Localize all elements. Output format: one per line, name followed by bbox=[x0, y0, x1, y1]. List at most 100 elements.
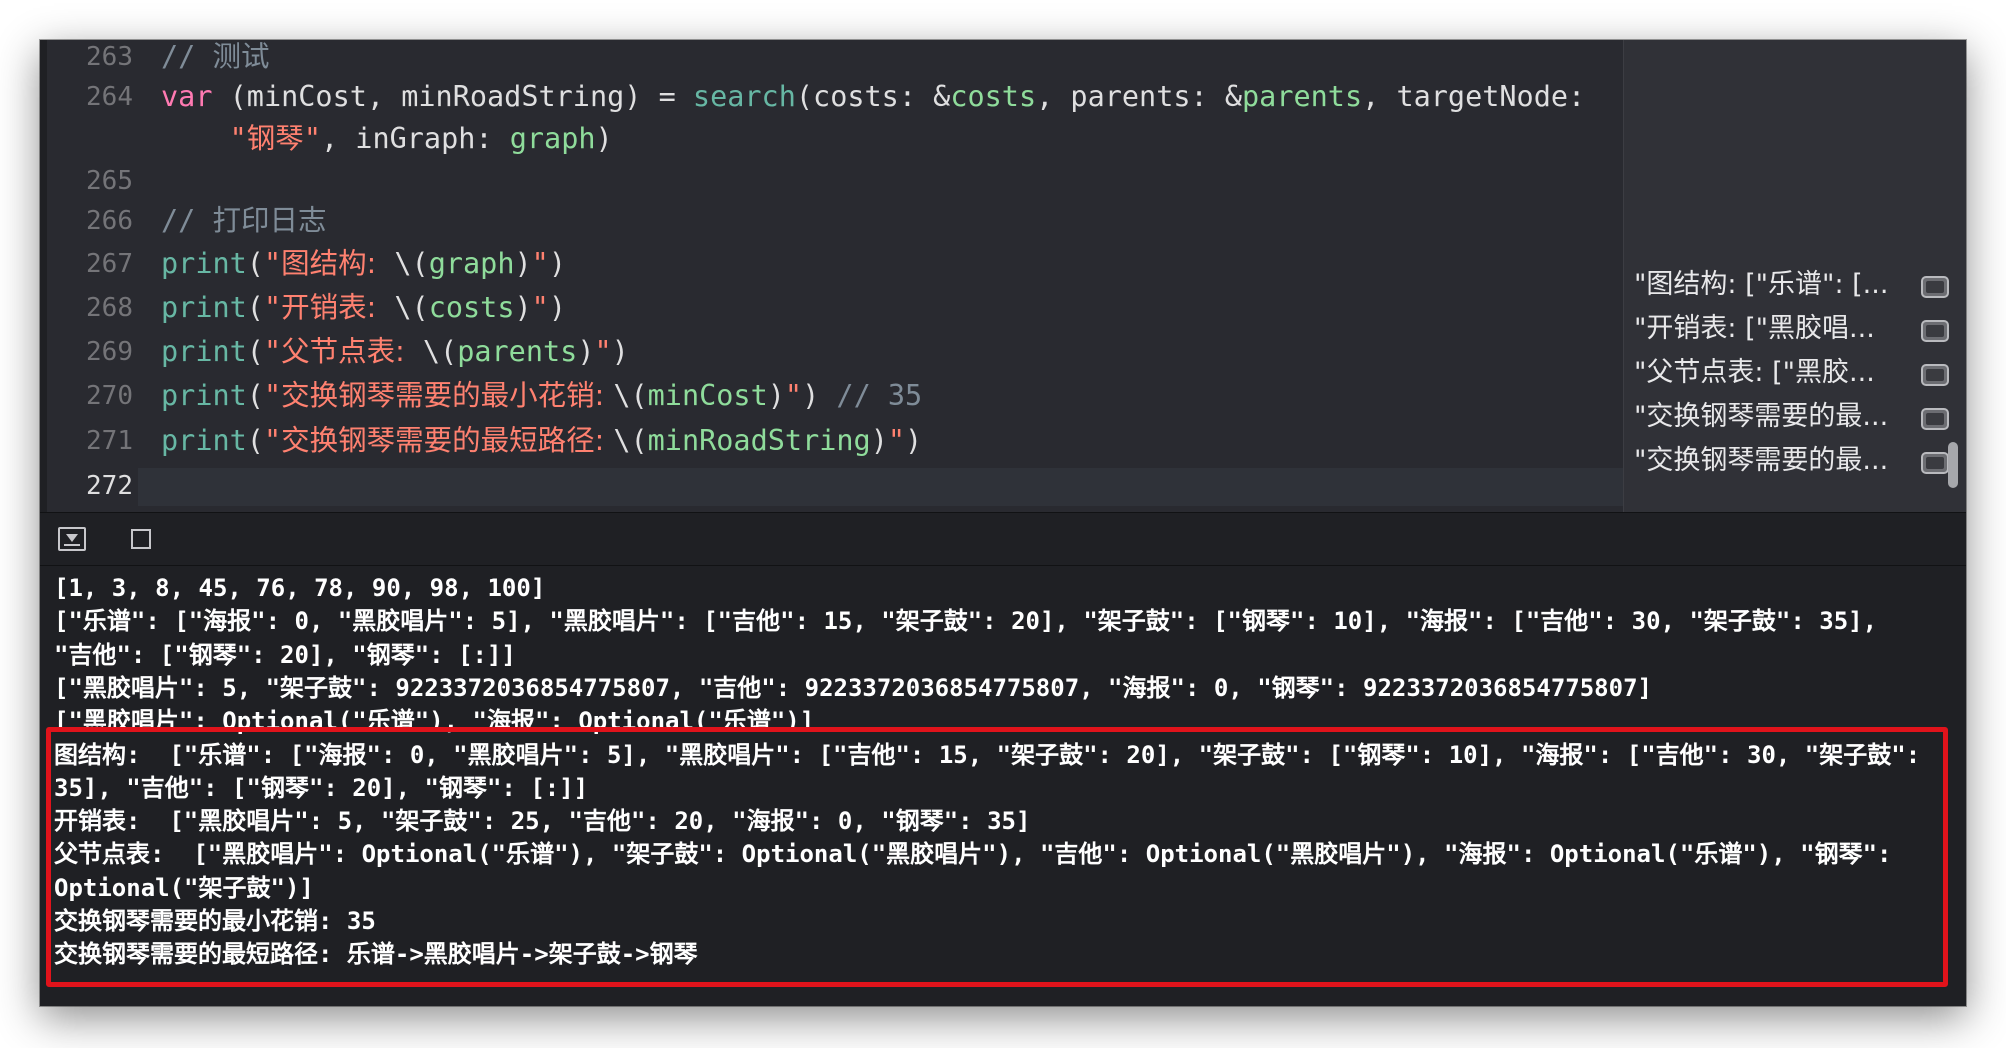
code-token: search bbox=[692, 80, 796, 113]
chevron-down-icon bbox=[66, 534, 78, 542]
code-token: " bbox=[303, 122, 321, 155]
code-token: graph bbox=[428, 247, 515, 280]
console-line: ["乐谱": ["海报": 0, "黑胶唱片": 5], "黑胶唱片": ["吉… bbox=[54, 607, 1878, 636]
quick-look-icon[interactable] bbox=[1921, 408, 1949, 430]
editor-left-strip bbox=[40, 40, 47, 512]
code-line[interactable]: // 打印日志 bbox=[161, 200, 327, 242]
result-preview: "图结构: ["乐谱": [... bbox=[1634, 269, 1889, 300]
code-token: 交换钢琴需要的最小花销: bbox=[281, 379, 614, 412]
code-token: print bbox=[161, 424, 247, 457]
code-token: " bbox=[784, 379, 803, 412]
code-token: " bbox=[161, 122, 247, 155]
result-preview: "交换钢琴需要的最... bbox=[1634, 445, 1889, 476]
code-token: 父节点表: bbox=[281, 335, 423, 368]
results-sidebar: "图结构: ["乐谱": [... "开销表: ["黑胶唱... "父节点表: … bbox=[1623, 40, 1966, 512]
code-token: " bbox=[263, 424, 282, 457]
line-number: 267 bbox=[86, 249, 133, 279]
code-token: ) bbox=[870, 424, 888, 457]
code-token: ) bbox=[802, 379, 837, 412]
code-token: parents bbox=[457, 335, 578, 368]
code-line[interactable]: print("交换钢琴需要的最短路径: \(minRoadString)") bbox=[161, 420, 922, 462]
console-line: ["黑胶唱片": 5, "架子鼓": 9223372036854775807, … bbox=[54, 673, 1652, 702]
highlight-box bbox=[46, 727, 1948, 987]
results-scrollbar[interactable] bbox=[1948, 442, 1958, 488]
code-token: 开销表: bbox=[281, 291, 395, 324]
code-token: ) bbox=[905, 424, 923, 457]
code-token: print bbox=[161, 335, 247, 368]
code-token: \( bbox=[613, 424, 648, 457]
code-token: " bbox=[263, 379, 282, 412]
console-line: "吉他": ["钢琴": 20], "钢琴": [:]] bbox=[54, 640, 516, 669]
result-preview: "开销表: ["黑胶唱... bbox=[1634, 313, 1875, 344]
code-token: 图结构: bbox=[281, 247, 395, 280]
code-token: " bbox=[531, 247, 549, 280]
code-token: \( bbox=[422, 335, 458, 368]
result-preview: "父节点表: ["黑胶... bbox=[1634, 357, 1875, 388]
line-number: 272 bbox=[86, 471, 133, 501]
line-number: 263 bbox=[86, 42, 133, 72]
code-line[interactable]: var (minCost, minRoadString) = search(co… bbox=[161, 76, 1585, 118]
code-token: ) bbox=[514, 291, 532, 324]
code-token: var bbox=[161, 80, 213, 113]
code-token: , inGraph: bbox=[320, 122, 510, 155]
xcode-playground-window: 263 264 265 266 267 268 269 270 271 272 … bbox=[40, 40, 1966, 1006]
code-token: ( bbox=[246, 424, 264, 457]
line-number: 268 bbox=[86, 293, 133, 323]
line-number: 264 bbox=[86, 82, 133, 112]
code-token: ) bbox=[767, 379, 785, 412]
code-token: ) bbox=[577, 335, 595, 368]
line-number: 266 bbox=[86, 206, 133, 236]
code-token: // 35 bbox=[836, 379, 923, 412]
code-token: " bbox=[887, 424, 906, 457]
code-token: (minCost, minRoadString) = bbox=[212, 80, 693, 113]
hide-debug-area-button[interactable] bbox=[58, 527, 86, 551]
code-token: (costs: & bbox=[795, 80, 951, 113]
code-token: ) bbox=[548, 247, 567, 280]
code-token: \( bbox=[394, 291, 429, 324]
console-toggle-button[interactable] bbox=[131, 529, 151, 549]
code-token: ) bbox=[595, 122, 613, 155]
code-token: parents bbox=[1242, 80, 1363, 113]
code-line[interactable]: // 测试 bbox=[161, 40, 270, 78]
quick-look-icon[interactable] bbox=[1921, 320, 1949, 342]
underline-icon bbox=[64, 544, 80, 546]
result-preview: "交换钢琴需要的最... bbox=[1634, 401, 1889, 432]
code-token: print bbox=[161, 291, 247, 324]
code-token: minCost bbox=[647, 379, 768, 412]
current-line-highlight bbox=[47, 468, 1623, 506]
code-token: print bbox=[161, 247, 247, 280]
code-token: " bbox=[531, 291, 549, 324]
code-line[interactable]: "钢琴", inGraph: graph) bbox=[161, 118, 613, 160]
code-token: print bbox=[161, 379, 247, 412]
code-token: ) bbox=[514, 247, 532, 280]
code-token: graph bbox=[509, 122, 596, 155]
code-token: \( bbox=[394, 247, 429, 280]
code-token: costs bbox=[950, 80, 1037, 113]
code-token: minRoadString bbox=[647, 424, 871, 457]
line-number: 265 bbox=[86, 166, 133, 196]
code-line[interactable]: print("图结构: \(graph)") bbox=[161, 243, 566, 285]
line-number: 269 bbox=[86, 337, 133, 367]
code-token: // bbox=[161, 40, 213, 73]
code-token: // bbox=[161, 204, 213, 237]
code-token: , targetNode: bbox=[1362, 80, 1586, 113]
code-token: " bbox=[263, 335, 282, 368]
code-line[interactable]: print("交换钢琴需要的最小花销: \(minCost)") // 35 bbox=[161, 375, 922, 417]
line-number: 270 bbox=[86, 381, 133, 411]
code-token: 交换钢琴需要的最短路径: bbox=[281, 424, 614, 457]
code-token: ( bbox=[246, 335, 264, 368]
quick-look-icon[interactable] bbox=[1921, 452, 1949, 474]
code-token: 测试 bbox=[212, 40, 270, 73]
code-token: ( bbox=[246, 379, 264, 412]
quick-look-icon[interactable] bbox=[1921, 276, 1949, 298]
code-token: 打印日志 bbox=[212, 204, 327, 237]
code-token: ( bbox=[246, 247, 264, 280]
code-token: 钢琴 bbox=[246, 122, 304, 155]
code-token: costs bbox=[428, 291, 515, 324]
code-line[interactable]: print("开销表: \(costs)") bbox=[161, 287, 566, 329]
quick-look-icon[interactable] bbox=[1921, 364, 1949, 386]
code-token: " bbox=[594, 335, 612, 368]
code-line[interactable]: print("父节点表: \(parents)") bbox=[161, 331, 629, 373]
line-number-gutter: 263 264 265 266 267 268 269 270 271 272 bbox=[47, 40, 138, 512]
code-token: ) bbox=[611, 335, 629, 368]
